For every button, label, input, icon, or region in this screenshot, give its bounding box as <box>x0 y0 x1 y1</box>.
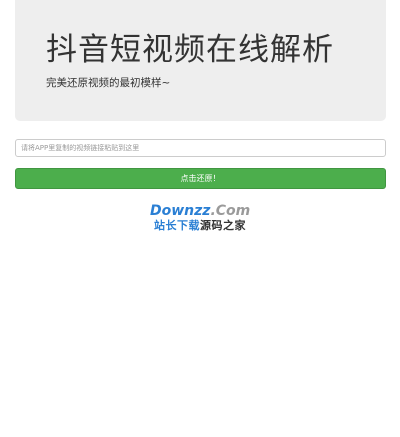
header-banner: 抖音短视频在线解析 完美还原视频的最初模样~ <box>15 0 386 121</box>
video-url-input[interactable] <box>15 139 386 157</box>
restore-button[interactable]: 点击还原！ <box>15 168 386 189</box>
watermark-tagline-part2: 源码之家 <box>200 219 246 232</box>
watermark-tagline-part1: 站长下载 <box>154 219 200 232</box>
watermark-logo: Downzz.Com 站长下载源码之家 <box>150 203 250 235</box>
page-title: 抖音短视频在线解析 <box>46 32 334 68</box>
page-subtitle: 完美还原视频的最初模样~ <box>46 77 171 89</box>
page: 抖音短视频在线解析 完美还原视频的最初模样~ 点击还原！ Downzz.Com … <box>0 0 400 437</box>
watermark-domain: Downzz.Com <box>150 203 250 219</box>
watermark-tagline: 站长下载源码之家 <box>150 219 250 233</box>
watermark-domain-part2: .Com <box>210 203 251 219</box>
watermark-domain-part1: Downzz <box>150 203 211 219</box>
